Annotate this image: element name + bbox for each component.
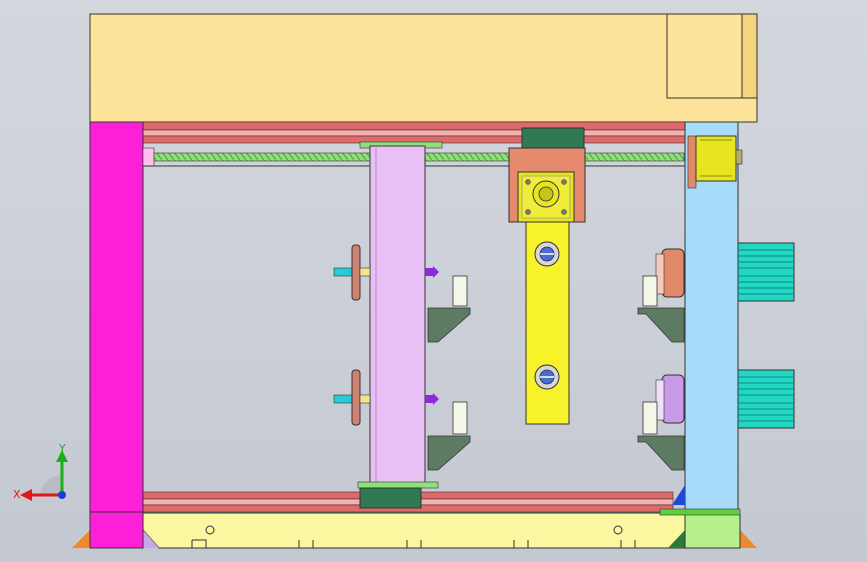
bracket-left-lower[interactable] [427,401,471,471]
triad-quadrant [40,474,62,495]
upper-rail[interactable] [142,121,689,144]
bracket-left-upper[interactable] [427,275,471,343]
x-axis-label: X [13,488,21,501]
roller-right-upper[interactable] [655,248,685,298]
top-motor[interactable] [687,135,743,189]
y-axis-label: Y [58,442,66,455]
yellow-arm[interactable] [525,221,570,425]
roller-right-lower[interactable] [655,374,685,424]
cad-viewport[interactable]: Y X [0,0,867,562]
machine-assembly[interactable] [0,0,867,562]
z-axis-dot [58,491,66,499]
orientation-triad: Y X [13,442,68,501]
left-post[interactable] [89,121,155,549]
side-motor-upper[interactable] [737,242,795,302]
top-beam[interactable] [89,13,758,123]
base-plate[interactable] [72,512,757,549]
side-motor-lower[interactable] [737,369,795,429]
